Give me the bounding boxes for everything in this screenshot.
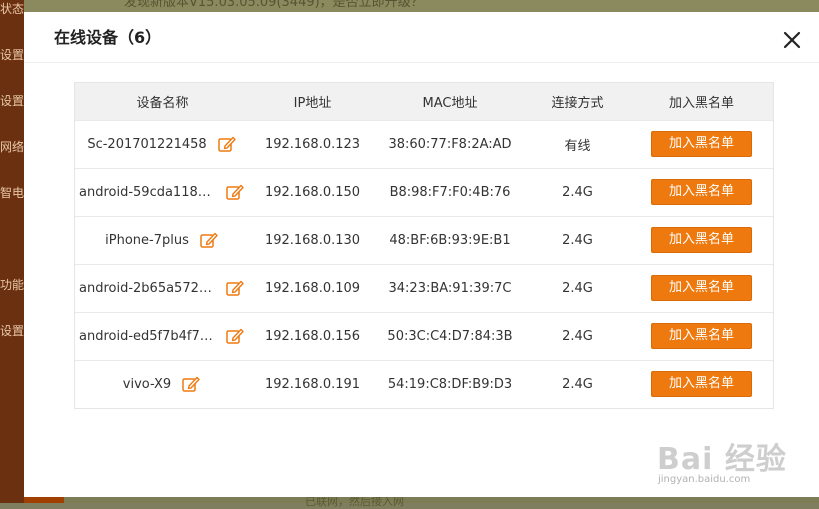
add-to-blacklist-button[interactable]: 加入黑名单 [651,275,752,301]
table-row: iPhone-7plus 192.168.0.130 48:BF:6B:93:9… [75,216,773,264]
header-connection: 连接方式 [551,95,604,111]
background-sidebar-tab: 智电 [0,186,24,200]
device-mac: B8:98:F7:F0:4B:76 [389,184,511,200]
table-row: android-ed5f7b4f75... 192.168.0.156 50:3… [75,312,773,360]
add-to-blacklist-button[interactable]: 加入黑名单 [651,371,752,398]
device-connection: 2.4G [562,376,593,392]
device-name-cell: android-ed5f7b4f75... [75,312,250,360]
close-icon [783,31,801,49]
modal-header: 在线设备（6） [24,12,819,63]
edit-icon[interactable] [225,182,245,202]
device-ip: 192.168.0.123 [264,136,361,152]
edit-icon[interactable] [225,326,245,346]
table-header-row: 设备名称 IP地址 MAC地址 连接方式 加入黑名单 [75,83,773,120]
background-bottom-accent [24,497,64,503]
device-name: Sc-201701221458 [87,136,207,152]
table-row: Sc-201701221458 192.168.0.123 38:60:77:F… [75,120,773,168]
edit-icon[interactable] [199,230,219,250]
background-sidebar-tab: 状态 [0,2,24,16]
background-topbar: 发现新版本V15.03.05.09(3449)，是否立即升级？ [24,0,819,12]
device-ip: 192.168.0.130 [264,232,361,248]
header-ip: IP地址 [293,95,332,111]
background-update-notice: 发现新版本V15.03.05.09(3449)，是否立即升级？ [124,0,424,10]
background-sidebar-tab: 设置 [0,324,24,338]
header-device-name: 设备名称 [136,95,189,111]
device-connection: 2.4G [562,328,593,344]
blacklist-cell: 加入黑名单 [630,264,773,312]
device-connection: 有线 [564,138,591,154]
add-to-blacklist-button[interactable]: 加入黑名单 [651,179,752,205]
modal-title: 在线设备（6） [54,28,162,47]
device-mac: 34:23:BA:91:39:7C [388,280,512,296]
device-name-cell: android-59cda118d... [75,168,250,216]
device-ip: 192.168.0.191 [264,376,361,392]
add-to-blacklist-button[interactable]: 加入黑名单 [651,227,752,253]
edit-icon[interactable] [217,134,237,154]
watermark-url: jingyan.baidu.com [658,474,751,485]
table-row: android-59cda118d... 192.168.0.150 B8:98… [75,168,773,216]
baidu-jingyan-watermark: Bai 经验 jingyan.baidu.com [652,432,802,497]
header-blacklist: 加入黑名单 [668,95,734,111]
device-mac: 38:60:77:F8:2A:AD [388,136,512,152]
background-sidebar-tab: 设置 [0,48,24,62]
device-name: android-2b65a5727... [79,280,215,296]
watermark-brand: Bai 经验 [657,442,787,477]
add-to-blacklist-button[interactable]: 加入黑名单 [651,131,752,157]
device-name: android-59cda118d... [79,184,215,200]
close-button[interactable] [780,28,804,52]
devices-table-container: 设备名称 IP地址 MAC地址 连接方式 加入黑名单 Sc-2017012214… [74,82,774,409]
device-connection: 2.4G [562,280,593,296]
blacklist-cell: 加入黑名单 [630,360,773,408]
background-sidebar-tab: 功能 [0,278,24,292]
device-ip: 192.168.0.156 [264,328,361,344]
device-name: android-ed5f7b4f75... [79,328,215,344]
device-name-cell: vivo-X9 [75,360,250,408]
devices-table: 设备名称 IP地址 MAC地址 连接方式 加入黑名单 Sc-2017012214… [75,83,773,408]
device-name: vivo-X9 [122,376,172,392]
device-name-cell: Sc-201701221458 [75,120,250,168]
device-name-cell: android-2b65a5727... [75,264,250,312]
edit-icon[interactable] [181,374,201,394]
device-ip: 192.168.0.109 [264,280,361,296]
blacklist-cell: 加入黑名单 [630,168,773,216]
background-sidebar-tab: 设置 [0,94,24,108]
online-devices-modal: 在线设备（6） 设备名称 IP地址 MAC地址 连接方式 加入黑名单 Sc-20… [24,12,819,497]
device-connection: 2.4G [562,232,593,248]
device-name-cell: iPhone-7plus [75,216,250,264]
blacklist-cell: 加入黑名单 [630,216,773,264]
header-mac: MAC地址 [422,95,478,111]
device-mac: 54:19:C8:DF:B9:D3 [387,376,513,392]
background-bottom [24,497,819,503]
background-sidebar: 状态 设置 设置 网络 智电 功能 设置 [0,0,24,503]
blacklist-cell: 加入黑名单 [630,312,773,360]
table-row: android-2b65a5727... 192.168.0.109 34:23… [75,264,773,312]
device-ip: 192.168.0.150 [264,184,361,200]
blacklist-cell: 加入黑名单 [630,120,773,168]
background-sidebar-tab: 网络 [0,140,24,154]
device-connection: 2.4G [562,184,593,200]
table-row: vivo-X9 192.168.0.191 54:19:C8:DF:B9:D3 … [75,360,773,408]
device-name: iPhone-7plus [105,232,189,248]
device-mac: 48:BF:6B:93:9E:B1 [389,232,511,248]
add-to-blacklist-button[interactable]: 加入黑名单 [651,323,752,349]
edit-icon[interactable] [225,278,245,298]
device-mac: 50:3C:C4:D7:84:3B [387,328,513,344]
